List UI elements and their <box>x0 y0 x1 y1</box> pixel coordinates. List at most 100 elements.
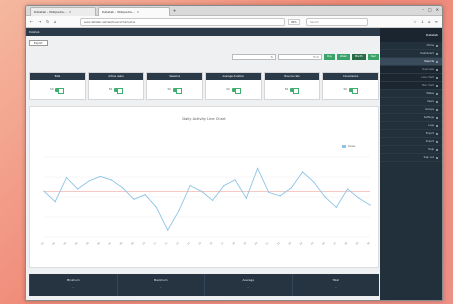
stat-item: Maximum -- <box>116 274 205 296</box>
sidebar-item[interactable]: Export <box>380 130 442 138</box>
close-icon[interactable]: ✕ <box>69 10 72 14</box>
data-point <box>178 210 180 212</box>
toggle-switch[interactable] <box>55 87 65 94</box>
data-point <box>54 200 56 203</box>
data-point <box>99 175 101 178</box>
bookmark-icon[interactable]: ☆ <box>413 19 417 24</box>
kpi-card: Bounce rate 50 <box>263 72 321 100</box>
filter-week-button[interactable]: Week <box>337 54 350 60</box>
sidebar-item[interactable]: Users <box>380 98 442 106</box>
tab-label: Datatab - Wikipedia... <box>102 10 135 14</box>
sidebar-item-label: Tables <box>426 92 434 95</box>
data-point <box>358 197 360 199</box>
data-point <box>110 179 113 181</box>
download-icon[interactable]: ↓ <box>421 19 424 24</box>
x-tick-label: 24 <box>299 241 304 246</box>
data-point <box>279 195 281 197</box>
browser-window: Datatab - Wikipedia... ✕ Datatab - Wikip… <box>25 5 443 301</box>
home-icon[interactable]: ⌂ <box>54 19 57 24</box>
toggle-switch[interactable] <box>290 87 300 94</box>
sidebar-item[interactable]: Dashboard <box>380 50 442 58</box>
sidebar-item[interactable]: Groups <box>380 106 442 114</box>
bullet-icon <box>436 84 438 87</box>
home-icon[interactable]: ⌂ <box>428 19 431 24</box>
menu-icon[interactable]: ≡ <box>435 19 438 24</box>
data-point <box>77 188 79 190</box>
data-point <box>43 190 45 192</box>
toggle-switch[interactable] <box>348 87 358 94</box>
sidebar-logo: Datatab <box>380 28 442 42</box>
bullet-icon <box>436 68 438 71</box>
browser-tab[interactable]: Datatab - Wikipedia... ✕ <box>30 7 96 16</box>
data-point <box>65 176 68 179</box>
sidebar-item[interactable]: Help <box>380 146 442 154</box>
data-point <box>122 187 124 189</box>
browser-tab-active[interactable]: Datatab - Wikipedia... ✕ <box>98 7 170 16</box>
tab-label: Datatab - Wikipedia... <box>34 10 67 14</box>
data-point <box>234 179 236 181</box>
filter-year-button[interactable]: Year <box>367 54 379 60</box>
kpi-card-title: Active users <box>88 73 144 80</box>
data-point <box>200 190 202 192</box>
sidebar-item-label: Settings <box>423 116 434 119</box>
toggle-switch[interactable] <box>231 87 241 94</box>
close-window-icon[interactable]: ✕ <box>436 7 439 12</box>
export-button[interactable]: Export <box>29 40 48 46</box>
date-from-field[interactable]: From <box>278 54 323 60</box>
kpi-card-body: 50 <box>89 80 144 99</box>
date-to-field[interactable]: To <box>232 54 277 60</box>
sidebar-item[interactable]: Tables <box>380 90 442 98</box>
toggle-switch[interactable] <box>172 87 182 94</box>
kpi-card-body: 50 <box>30 80 85 99</box>
new-tab-icon[interactable]: + <box>173 8 176 13</box>
x-tick-label: 15 <box>198 241 203 246</box>
data-point <box>301 171 304 173</box>
address-bar[interactable]: www.datatab.net/dashboard/charts/line <box>80 18 285 26</box>
data-point <box>212 199 214 202</box>
close-icon[interactable]: ✕ <box>137 10 140 14</box>
maximize-icon[interactable]: □ <box>428 7 432 12</box>
reload-icon[interactable]: ↻ <box>46 19 49 24</box>
sidebar-item[interactable]: Line chart <box>380 74 442 82</box>
sidebar-item[interactable]: Reports <box>380 58 442 66</box>
data-point <box>324 196 326 198</box>
bullet-icon <box>436 76 438 79</box>
x-tick-label: 07 <box>108 241 113 246</box>
back-icon[interactable]: ← <box>30 19 33 24</box>
stat-value: -- <box>334 286 337 289</box>
x-tick-label: 03 <box>63 241 68 246</box>
stat-item: Total -- <box>291 274 380 296</box>
x-tick-label: 18 <box>232 241 237 246</box>
x-tick-label: 29 <box>355 241 360 246</box>
sidebar-item[interactable]: Import <box>380 138 442 146</box>
sidebar-item[interactable]: Logs <box>380 122 442 130</box>
sidebar-item-label: Dashboard <box>420 52 434 55</box>
filter-day-button[interactable]: Day <box>324 54 335 60</box>
sidebar-item[interactable]: Sign out <box>380 154 442 162</box>
sidebar-item[interactable]: Bar chart <box>380 82 442 90</box>
sidebar-list: Home Dashboard Reports Overview Line chart Ba… <box>380 42 442 162</box>
stats-bar: Minimum -- Maximum -- Average -- Total -- <box>29 274 379 296</box>
zoom-level[interactable]: 90% <box>288 19 300 25</box>
sidebar-item-label: Reports <box>424 60 434 63</box>
data-point <box>268 191 270 194</box>
stat-value: -- <box>247 286 250 289</box>
kpi-card: Active users 50 <box>87 72 145 100</box>
search-input[interactable]: Search <box>306 18 368 26</box>
kpi-card-body: 50 <box>147 80 202 99</box>
bullet-icon <box>436 108 438 111</box>
x-tick-label: 28 <box>344 241 349 246</box>
toggle-switch[interactable] <box>114 87 124 94</box>
stat-value: -- <box>159 286 162 289</box>
sidebar-item[interactable]: Home <box>380 42 442 50</box>
data-point <box>346 188 349 190</box>
kpi-card-title: Average duration <box>206 73 261 80</box>
sidebar-item[interactable]: Settings <box>380 114 442 122</box>
x-tick-label: 17 <box>220 241 225 246</box>
filter-month-button[interactable]: Month <box>351 54 366 60</box>
forward-icon[interactable]: → <box>38 19 41 24</box>
minimize-icon[interactable]: – <box>422 7 424 12</box>
bullet-icon <box>436 116 438 119</box>
tab-bar: Datatab - Wikipedia... ✕ Datatab - Wikip… <box>26 6 442 16</box>
sidebar-item[interactable]: Overview <box>380 66 442 74</box>
